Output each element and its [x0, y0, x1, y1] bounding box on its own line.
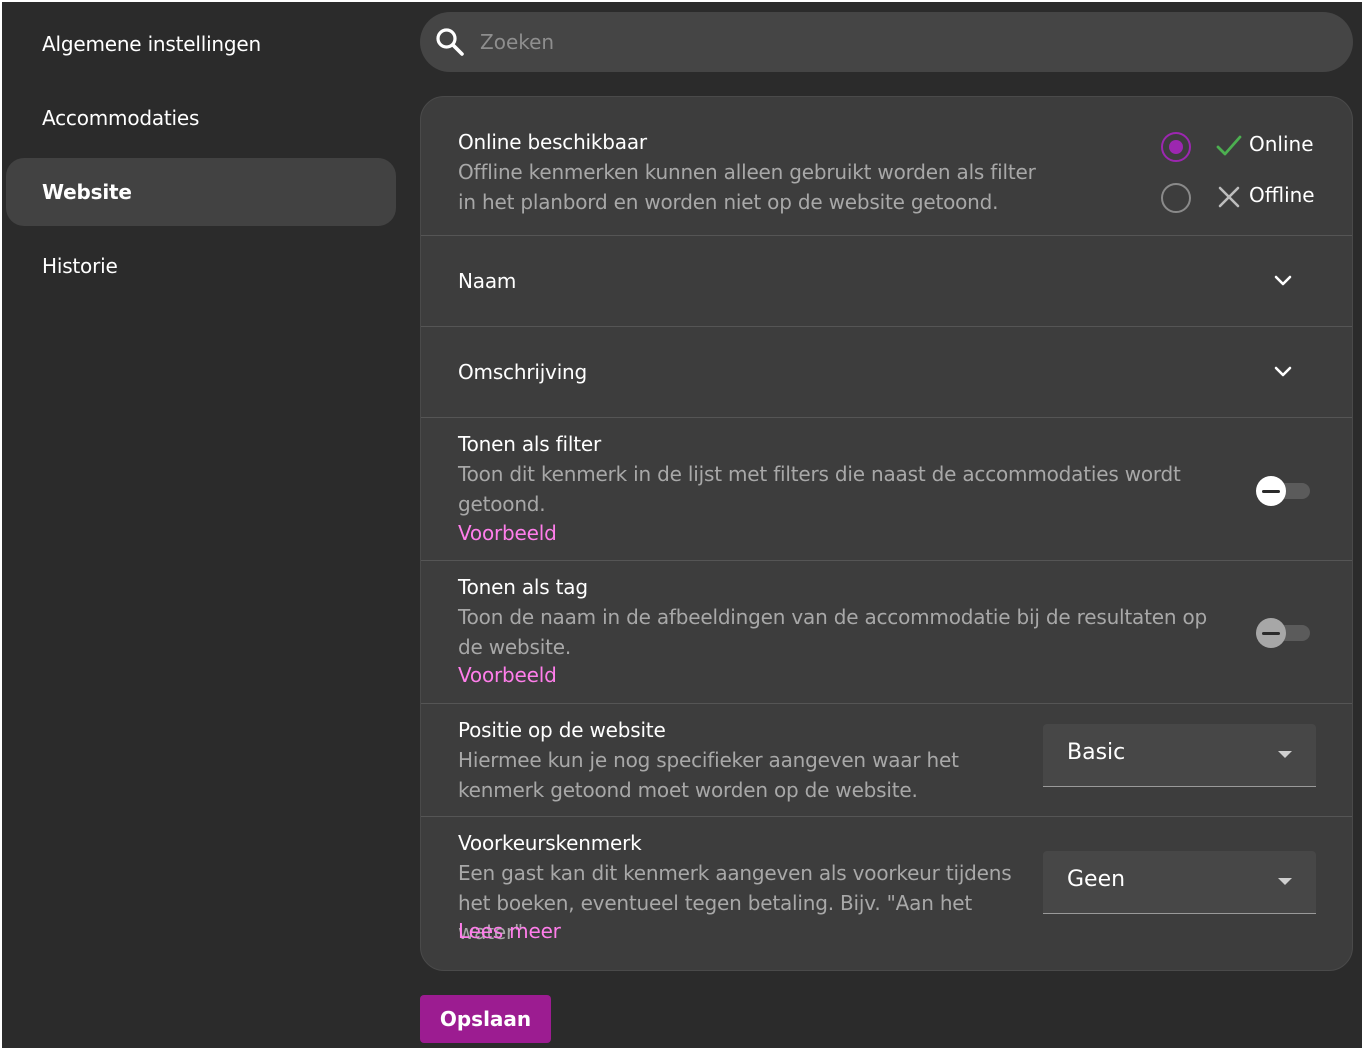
app-window: Algemene instellingen Accommodaties Webs… — [0, 0, 1364, 1050]
tag-title: Tonen als tag — [458, 575, 588, 599]
positie-row: Positie op de website Hiermee kun je nog… — [421, 704, 1352, 817]
dropdown-arrow-icon — [1278, 878, 1292, 885]
toggle-thumb — [1256, 618, 1286, 648]
save-button[interactable]: Opslaan — [420, 995, 551, 1043]
search-input[interactable] — [480, 22, 1330, 62]
filter-title: Tonen als filter — [458, 432, 601, 456]
positie-description: Hiermee kun je nog specifieker aangeven … — [458, 748, 959, 802]
omschrijving-title: Omschrijving — [458, 360, 588, 384]
check-icon — [1216, 135, 1242, 156]
voorkeur-row: Voorkeurskenmerk Een gast kan dit kenmer… — [421, 817, 1352, 970]
radio-online-indicator[interactable] — [1161, 132, 1191, 162]
positie-title: Positie op de website — [458, 718, 666, 742]
positie-select[interactable]: Basic — [1043, 724, 1316, 787]
online-description: Offline kenmerken kunnen alleen gebruikt… — [458, 160, 1036, 214]
online-title: Online beschikbaar — [458, 130, 647, 154]
filter-toggle[interactable] — [1256, 474, 1312, 508]
dropdown-arrow-icon — [1278, 751, 1292, 758]
minus-icon — [1262, 631, 1280, 635]
naam-accordion[interactable]: Naam — [421, 236, 1352, 327]
radio-offline-indicator[interactable] — [1161, 183, 1191, 213]
voorkeur-title: Voorkeurskenmerk — [458, 831, 642, 855]
minus-icon — [1262, 489, 1280, 493]
sidebar-item-website[interactable]: Website — [6, 158, 396, 226]
x-icon — [1218, 186, 1240, 208]
chevron-down-icon[interactable] — [1271, 360, 1295, 384]
sidebar-item-historie[interactable]: Historie — [6, 232, 396, 300]
voorkeur-select[interactable]: Geen — [1043, 851, 1316, 914]
tag-example-link[interactable]: Voorbeeld — [458, 663, 557, 687]
tag-row: Tonen als tag Toon de naam in de afbeeld… — [421, 561, 1352, 704]
tag-toggle[interactable] — [1256, 616, 1312, 650]
search-bar — [420, 12, 1353, 72]
filter-example-link[interactable]: Voorbeeld — [458, 521, 557, 545]
filter-row: Tonen als filter Toon dit kenmerk in de … — [421, 418, 1352, 561]
radio-online-label: Online — [1249, 132, 1314, 156]
search-icon[interactable] — [434, 26, 466, 58]
omschrijving-accordion[interactable]: Omschrijving — [421, 327, 1352, 418]
naam-title: Naam — [458, 269, 517, 293]
lees-meer-link[interactable]: Lees meer — [458, 919, 561, 943]
chevron-down-icon[interactable] — [1271, 269, 1295, 293]
toggle-thumb — [1256, 476, 1286, 506]
filter-description: Toon dit kenmerk in de lijst met filters… — [458, 462, 1181, 516]
positie-select-value: Basic — [1067, 740, 1126, 765]
sidebar-item-algemene-instellingen[interactable]: Algemene instellingen — [6, 10, 396, 78]
sidebar-item-accommodaties[interactable]: Accommodaties — [6, 84, 396, 152]
voorkeur-select-value: Geen — [1067, 867, 1126, 892]
settings-card: Online beschikbaar Offline kenmerken kun… — [420, 96, 1353, 971]
tag-description: Toon de naam in de afbeeldingen van de a… — [458, 605, 1208, 659]
sidebar: Algemene instellingen Accommodaties Webs… — [6, 10, 396, 306]
radio-offline-label: Offline — [1249, 183, 1315, 207]
online-row: Online beschikbaar Offline kenmerken kun… — [421, 97, 1352, 236]
